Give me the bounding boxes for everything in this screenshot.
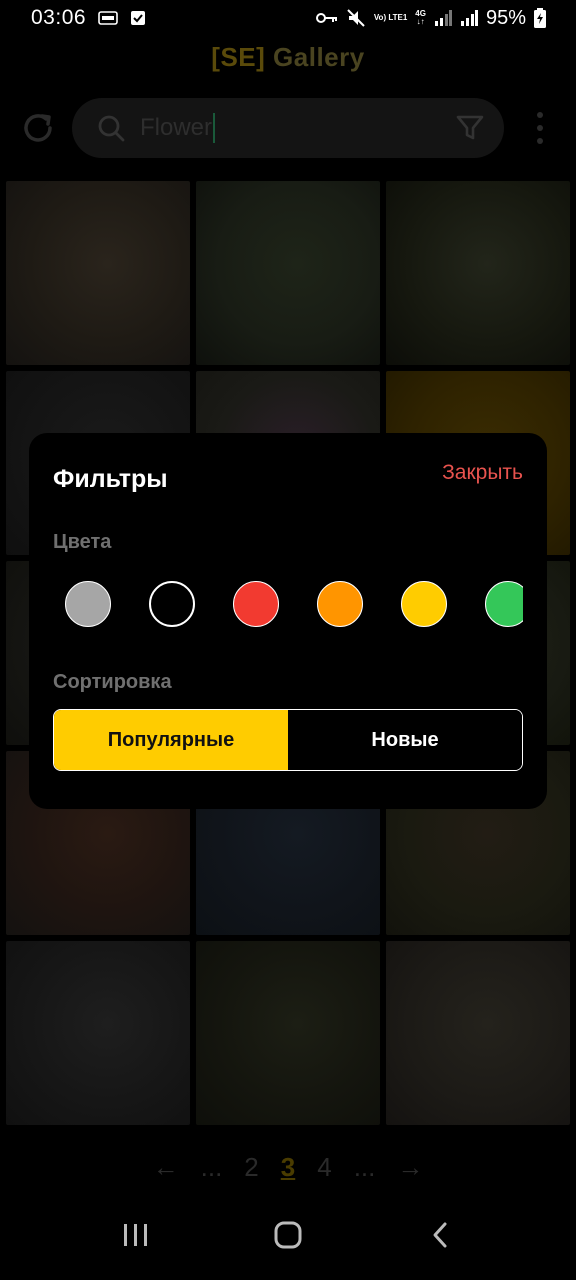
page-button[interactable]: 4: [317, 1152, 331, 1183]
gallery-image-bird-on-branch[interactable]: [6, 941, 190, 1125]
color-swatch-black[interactable]: [149, 581, 195, 627]
network-label: Vo) LTE1: [374, 14, 407, 22]
more-options-button[interactable]: [530, 112, 550, 144]
sort-new-button[interactable]: Новые: [288, 710, 522, 770]
color-swatch-gray[interactable]: [65, 581, 111, 627]
refresh-button[interactable]: [18, 108, 58, 148]
page-button[interactable]: 2: [244, 1152, 258, 1183]
color-swatch-red[interactable]: [233, 581, 279, 627]
status-time: 03:06: [31, 6, 87, 29]
battery-charging-icon: [534, 8, 546, 28]
more-dot-icon: [537, 138, 543, 144]
colors-label: Цвета: [53, 531, 112, 553]
sort-popular-button[interactable]: Популярные: [54, 710, 288, 770]
more-dot-icon: [537, 125, 543, 131]
home-button[interactable]: [258, 1205, 318, 1265]
color-swatch-orange[interactable]: [317, 581, 363, 627]
pagination-ellipsis: ...: [353, 1152, 376, 1182]
mute-icon: [346, 8, 366, 28]
search-input[interactable]: Flower: [140, 113, 456, 143]
current-page[interactable]: 3: [281, 1152, 295, 1183]
search-bar[interactable]: Flower: [72, 98, 504, 158]
filter-panel-title: Фильтры: [53, 465, 168, 493]
search-icon: [98, 115, 125, 142]
refresh-icon: [24, 114, 52, 142]
gallery-image-sparrows[interactable]: [6, 181, 190, 365]
system-nav-bar: [0, 1190, 576, 1280]
back-button[interactable]: [410, 1205, 470, 1265]
gallery-image-bird[interactable]: [196, 941, 380, 1125]
color-swatch-green[interactable]: [485, 581, 523, 627]
volte-label: Vo) LTE1: [373, 13, 408, 22]
pagination-ellipsis: ...: [200, 1152, 223, 1182]
key-icon: [315, 11, 338, 25]
cast-icon: [98, 11, 118, 25]
pagination: ← ... 2 3 4 ... →: [0, 1152, 576, 1183]
app-title: [SE] Gallery: [0, 42, 576, 73]
prev-page-button[interactable]: ←: [153, 1152, 179, 1183]
signal-icon-1: [434, 10, 452, 26]
more-dot-icon: [537, 112, 543, 118]
network-type: 4G ↓↑: [415, 10, 426, 26]
back-icon: [433, 1222, 447, 1248]
app-title-brand: [SE]: [211, 42, 266, 72]
gallery-image-kookaburra[interactable]: [386, 181, 570, 365]
color-swatches: [65, 580, 523, 628]
next-page-button[interactable]: →: [397, 1152, 423, 1183]
checkbox-notification-icon: [130, 10, 146, 26]
app-title-name: Gallery: [273, 42, 365, 72]
data-arrows-icon: ↓↑: [416, 17, 425, 26]
color-swatch-yellow[interactable]: [401, 581, 447, 627]
search-input-value: Flower: [140, 114, 213, 141]
filter-icon[interactable]: [456, 114, 484, 142]
gallery-image-branches[interactable]: [386, 941, 570, 1125]
signal-icon-2: [460, 10, 478, 26]
status-bar: 03:06 Vo) LTE1 4G ↓↑ 95%: [0, 0, 576, 36]
recents-button[interactable]: [106, 1205, 166, 1265]
battery-percent: 95%: [485, 6, 526, 29]
gallery-image-kangaroo[interactable]: [196, 181, 380, 365]
home-icon: [274, 1221, 302, 1249]
filter-panel: Фильтры Закрыть Цвета Сортировка Популяр…: [29, 433, 547, 809]
text-cursor: [213, 113, 216, 143]
close-button[interactable]: Закрыть: [442, 461, 523, 485]
recents-icon: [124, 1224, 147, 1246]
sort-segmented-control: Популярные Новые: [53, 709, 523, 771]
sort-label: Сортировка: [53, 671, 172, 693]
